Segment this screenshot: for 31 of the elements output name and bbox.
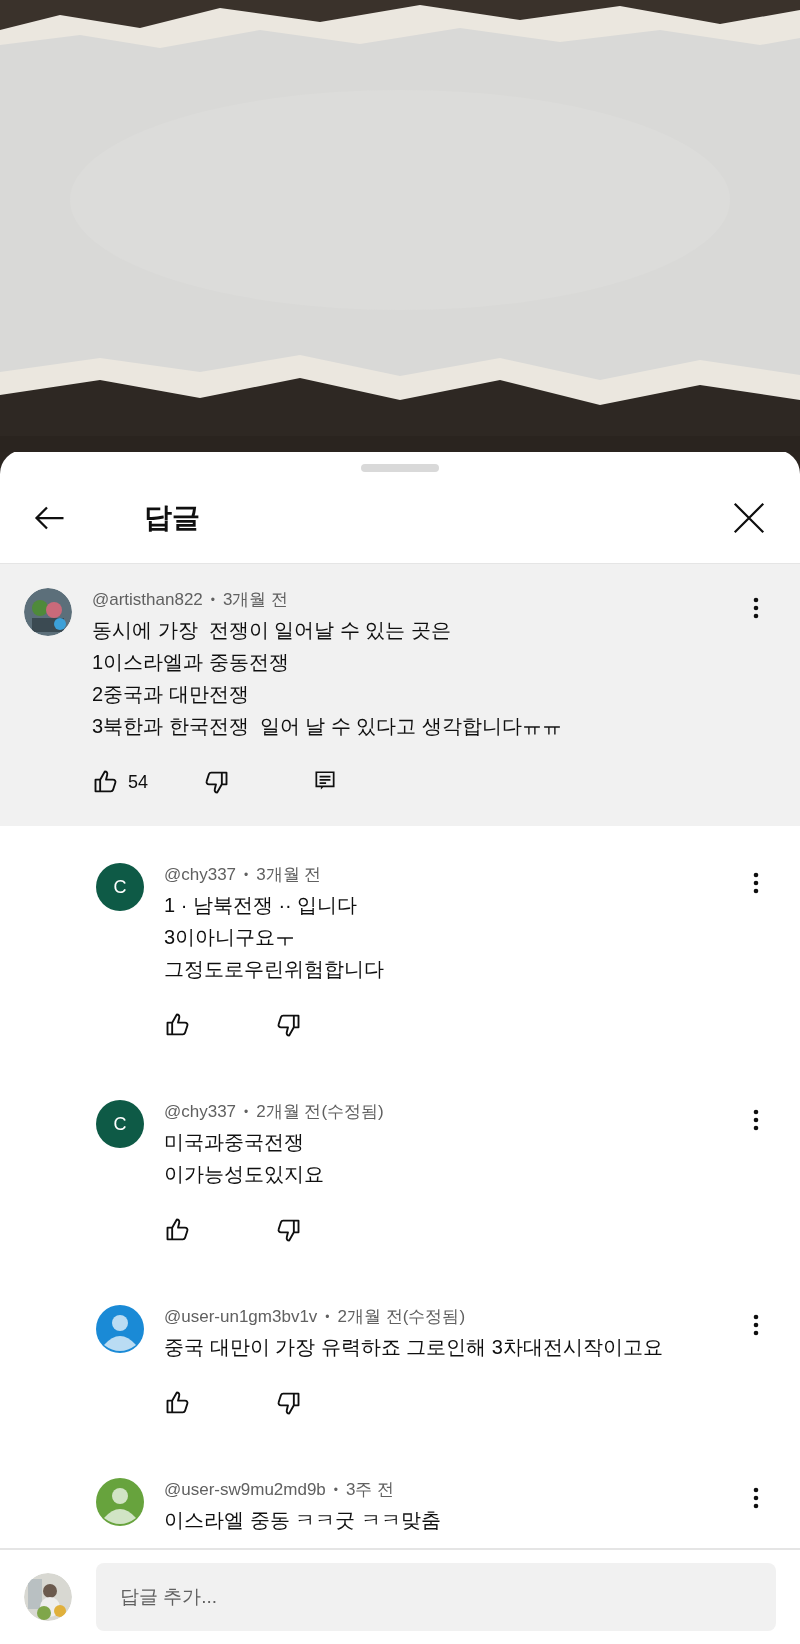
comment-time: 3개월 전 — [256, 864, 322, 886]
more-icon[interactable] — [752, 1486, 760, 1510]
comment-author[interactable]: @artisthan822 — [92, 588, 203, 612]
comment-author[interactable]: @chy337 — [164, 863, 237, 887]
comment-text: 이스라엘 중동 ㅋㅋ굿 ㅋㅋ맞춤 — [164, 1508, 442, 1533]
avatar: C — [96, 863, 144, 911]
comment-text: 동시에 가장 전쟁이 일어날 수 있는 곳은 1이스라엘과 중동전쟁 2중국과 대만전쟁 3북한과 한국전쟁 일어 날 수 있다고 생각합니다ㅠㅠ — [92, 618, 564, 739]
like-count: 54 — [128, 770, 149, 794]
more-icon[interactable] — [752, 1313, 760, 1337]
panel-title: 답글 — [144, 500, 201, 535]
comment-time: 2개월 전(수정됨) — [337, 1306, 466, 1328]
separator-dot: • — [210, 592, 216, 609]
comment-author[interactable]: @user-un1gm3bv1v — [164, 1305, 318, 1329]
comment-text: 중국 대만이 가장 유력하죠 그로인해 3차대전시작이고요 — [164, 1335, 664, 1360]
more-icon[interactable] — [752, 1108, 760, 1132]
comment-text: 1 · 남북전쟁 ·· 입니다 3이아니구요ㅜ 그정도로우린위험합니다 — [164, 893, 385, 982]
drag-handle[interactable] — [361, 464, 439, 472]
comment-text: 미국과중국전쟁 이가능성도있지요 — [164, 1130, 325, 1187]
comment-author[interactable]: @chy337 — [164, 1100, 237, 1124]
separator-dot: • — [244, 1104, 249, 1121]
more-icon[interactable] — [752, 596, 760, 620]
separator-dot: • — [244, 867, 249, 884]
comment-author[interactable]: @user-sw9mu2md9b — [164, 1478, 326, 1502]
avatar: C — [96, 1100, 144, 1148]
separator-dot: • — [325, 1309, 330, 1326]
reply-input-field[interactable]: 답글 추가... — [96, 1563, 776, 1631]
comment-time: 3주 전 — [346, 1479, 395, 1501]
separator-dot: • — [333, 1482, 339, 1499]
comment-time: 3개월 전 — [223, 589, 289, 611]
comment-time: 2개월 전(수정됨) — [256, 1101, 384, 1123]
more-icon[interactable] — [752, 871, 760, 895]
